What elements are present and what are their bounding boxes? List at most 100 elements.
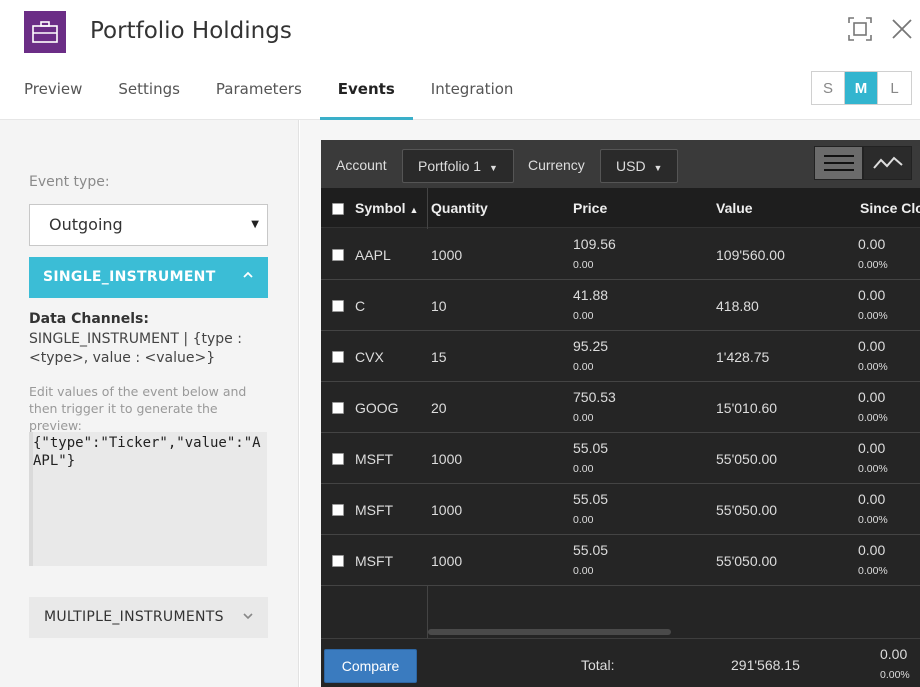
cell-since-close: 0.00 bbox=[858, 389, 886, 405]
cell-since-close-pct: 0.00% bbox=[858, 463, 888, 475]
cell-price-change: 0.00 bbox=[573, 412, 594, 424]
tab-parameters[interactable]: Parameters bbox=[198, 70, 320, 120]
table-row[interactable]: GOOG 20 750.53 0.00 15'010.60 0.00 0.00% bbox=[321, 382, 920, 433]
events-panel: Event type: Outgoing ▼ SINGLE_INSTRUMENT… bbox=[0, 120, 299, 687]
row-checkbox[interactable] bbox=[332, 249, 344, 261]
cell-price-change: 0.00 bbox=[573, 463, 594, 475]
row-checkbox[interactable] bbox=[332, 555, 344, 567]
tab-integration[interactable]: Integration bbox=[413, 70, 532, 120]
cell-price: 109.56 bbox=[573, 236, 616, 252]
cell-price: 750.53 bbox=[573, 389, 616, 405]
accordion-title: MULTIPLE_INSTRUMENTS bbox=[44, 609, 224, 625]
cell-since-close-pct: 0.00% bbox=[858, 412, 888, 424]
account-label: Account bbox=[336, 157, 387, 173]
page-title: Portfolio Holdings bbox=[90, 18, 292, 44]
select-all-checkbox[interactable] bbox=[332, 203, 344, 215]
event-type-select[interactable]: Outgoing ▼ bbox=[29, 204, 268, 246]
size-m-button[interactable]: M bbox=[845, 72, 878, 104]
size-selector: S M L bbox=[811, 71, 912, 105]
cell-price: 41.88 bbox=[573, 287, 609, 303]
cell-quantity: 1000 bbox=[431, 553, 463, 569]
cell-value: 55'050.00 bbox=[716, 553, 778, 569]
cell-symbol: CVX bbox=[355, 349, 384, 365]
total-label: Total: bbox=[581, 657, 615, 673]
single-instrument-accordion[interactable]: SINGLE_INSTRUMENT bbox=[29, 257, 268, 298]
cell-value: 55'050.00 bbox=[716, 451, 778, 467]
cell-since-close-pct: 0.00% bbox=[858, 361, 888, 373]
maximize-icon[interactable] bbox=[846, 15, 874, 43]
account-dropdown[interactable]: Portfolio 1 ▼ bbox=[402, 149, 514, 183]
currency-dropdown[interactable]: USD ▼ bbox=[600, 149, 679, 183]
cell-since-close: 0.00 bbox=[858, 287, 886, 303]
cell-price: 55.05 bbox=[573, 491, 609, 507]
cell-quantity: 15 bbox=[431, 349, 447, 365]
close-icon[interactable] bbox=[888, 15, 916, 43]
cell-price-change: 0.00 bbox=[573, 565, 594, 577]
table-row[interactable]: C 10 41.88 0.00 418.80 0.00 0.00% bbox=[321, 280, 920, 331]
cell-value: 15'010.60 bbox=[716, 400, 778, 416]
caret-down-icon: ▼ bbox=[653, 163, 663, 173]
cell-price-change: 0.00 bbox=[573, 514, 594, 526]
cell-since-close-pct: 0.00% bbox=[858, 565, 888, 577]
cell-quantity: 1000 bbox=[431, 502, 463, 518]
header: Portfolio Holdings Preview Settings Para… bbox=[0, 0, 920, 120]
row-checkbox[interactable] bbox=[332, 402, 344, 414]
total-value: 291'568.15 bbox=[731, 657, 800, 673]
cell-since-close: 0.00 bbox=[858, 338, 886, 354]
table-row[interactable]: MSFT 1000 55.05 0.00 55'050.00 0.00 0.00% bbox=[321, 484, 920, 535]
chevron-up-icon bbox=[242, 269, 254, 285]
table-row[interactable]: MSFT 1000 55.05 0.00 55'050.00 0.00 0.00% bbox=[321, 535, 920, 586]
cell-value: 418.80 bbox=[716, 298, 759, 314]
size-l-button[interactable]: L bbox=[878, 72, 911, 104]
cell-quantity: 1000 bbox=[431, 451, 463, 467]
cell-since-close: 0.00 bbox=[858, 440, 886, 456]
event-json-editor[interactable]: {"type":"Ticker","value":"AAPL"} bbox=[29, 432, 267, 566]
table-footer: Compare Total: 291'568.15 0.00 0.00% bbox=[321, 638, 920, 687]
accordion-title: SINGLE_INSTRUMENT bbox=[43, 269, 216, 285]
table-header: Symbol ▲ Quantity Price Value Since Clo bbox=[321, 188, 920, 228]
widget-toolbar: Account Portfolio 1 ▼ Currency USD ▼ bbox=[321, 140, 920, 188]
row-checkbox[interactable] bbox=[332, 351, 344, 363]
column-header-price[interactable]: Price bbox=[573, 200, 607, 216]
tab-settings[interactable]: Settings bbox=[100, 70, 198, 120]
tab-preview[interactable]: Preview bbox=[0, 70, 100, 120]
cell-price-change: 0.00 bbox=[573, 259, 594, 271]
cell-value: 1'428.75 bbox=[716, 349, 770, 365]
edit-help-text: Edit values of the event below and then … bbox=[29, 384, 247, 433]
column-label: Symbol bbox=[355, 200, 406, 216]
list-view-button[interactable] bbox=[814, 146, 863, 180]
compare-button[interactable]: Compare bbox=[324, 649, 417, 683]
row-checkbox[interactable] bbox=[332, 453, 344, 465]
account-value: Portfolio 1 bbox=[418, 158, 482, 174]
column-header-quantity[interactable]: Quantity bbox=[431, 200, 488, 216]
table-row[interactable]: CVX 15 95.25 0.00 1'428.75 0.00 0.00% bbox=[321, 331, 920, 382]
tab-events[interactable]: Events bbox=[319, 70, 413, 120]
table-row[interactable]: MSFT 1000 55.05 0.00 55'050.00 0.00 0.00% bbox=[321, 433, 920, 484]
briefcase-icon bbox=[24, 11, 66, 53]
table-row[interactable]: AAPL 1000 109.56 0.00 109'560.00 0.00 0.00% bbox=[321, 229, 920, 280]
total-since-close: 0.00 bbox=[880, 646, 908, 662]
dropdown-arrow-icon: ▼ bbox=[251, 219, 259, 230]
column-header-value[interactable]: Value bbox=[716, 200, 753, 216]
cell-symbol: GOOG bbox=[355, 400, 399, 416]
data-channels-title: Data Channels: bbox=[29, 311, 149, 327]
horizontal-scrollbar[interactable] bbox=[428, 629, 671, 635]
portfolio-widget: Account Portfolio 1 ▼ Currency USD ▼ Sym… bbox=[321, 140, 920, 687]
chart-view-button[interactable] bbox=[863, 146, 912, 180]
column-header-symbol[interactable]: Symbol ▲ bbox=[355, 200, 418, 216]
column-header-since-close[interactable]: Since Clo bbox=[860, 200, 920, 216]
total-since-close-pct: 0.00% bbox=[880, 669, 910, 681]
row-checkbox[interactable] bbox=[332, 300, 344, 312]
currency-value: USD bbox=[616, 158, 646, 174]
caret-down-icon: ▼ bbox=[488, 163, 498, 173]
tab-bar: Preview Settings Parameters Events Integ… bbox=[0, 70, 531, 120]
cell-symbol: MSFT bbox=[355, 553, 394, 569]
cell-symbol: C bbox=[355, 298, 366, 314]
cell-since-close-pct: 0.00% bbox=[858, 514, 888, 526]
multiple-instruments-accordion[interactable]: MULTIPLE_INSTRUMENTS bbox=[29, 597, 268, 638]
cell-symbol: MSFT bbox=[355, 502, 394, 518]
row-checkbox[interactable] bbox=[332, 504, 344, 516]
cell-price: 95.25 bbox=[573, 338, 609, 354]
size-s-button[interactable]: S bbox=[812, 72, 845, 104]
event-type-label: Event type: bbox=[29, 174, 110, 190]
